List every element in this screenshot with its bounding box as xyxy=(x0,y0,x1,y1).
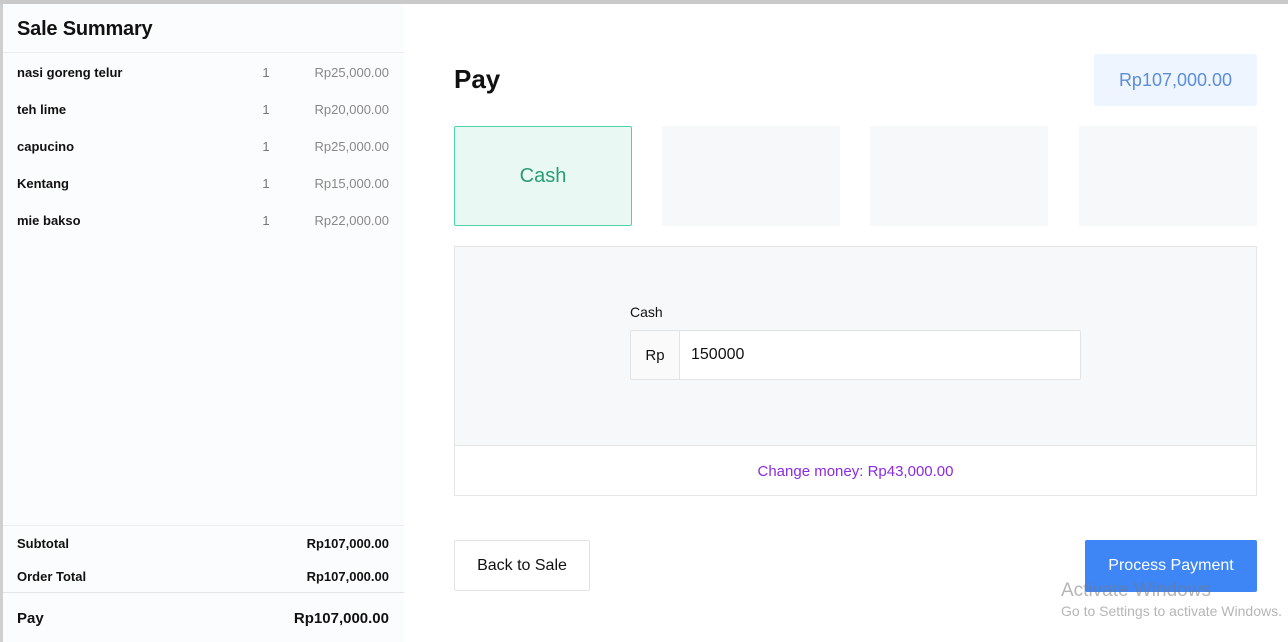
sale-summary-sidebar: Sale Summary nasi goreng telur 1 Rp25,00… xyxy=(3,4,404,642)
back-to-sale-button[interactable]: Back to Sale xyxy=(454,540,590,591)
subtotal-label: Subtotal xyxy=(17,536,69,551)
list-item: capucino 1 Rp25,000.00 xyxy=(3,135,404,172)
divider xyxy=(3,52,404,53)
order-total-row: Order Total Rp107,000.00 xyxy=(17,569,389,584)
item-qty: 1 xyxy=(262,102,270,117)
pay-total-value: Rp107,000.00 xyxy=(293,610,389,627)
subtotal-row: Subtotal Rp107,000.00 xyxy=(17,536,389,551)
pay-total-label: Pay xyxy=(17,610,44,627)
order-total-label: Order Total xyxy=(17,569,87,584)
cash-payment-panel: Cash Rp Change money: Rp43,000.00 xyxy=(454,246,1257,496)
item-price: Rp25,000.00 xyxy=(314,139,389,154)
item-price: Rp20,000.00 xyxy=(314,102,389,117)
cash-input-group: Rp xyxy=(630,330,1081,380)
item-price: Rp15,000.00 xyxy=(314,176,389,191)
cash-input-section: Cash Rp xyxy=(455,247,1256,446)
item-qty: 1 xyxy=(262,176,270,191)
payment-method-option[interactable] xyxy=(1079,126,1257,226)
list-item: nasi goreng telur 1 Rp25,000.00 xyxy=(3,61,404,98)
payment-method-option[interactable] xyxy=(662,126,840,226)
change-money-text: Change money: Rp43,000.00 xyxy=(757,463,954,480)
item-name: nasi goreng telur xyxy=(17,65,123,80)
item-name: teh lime xyxy=(17,102,67,117)
cash-field-label: Cash xyxy=(630,304,663,320)
item-name: Kentang xyxy=(17,176,69,191)
order-items-list: nasi goreng telur 1 Rp25,000.00 teh lime… xyxy=(3,61,404,246)
payment-method-option[interactable] xyxy=(870,126,1048,226)
pay-total-row: Pay Rp107,000.00 xyxy=(17,610,389,627)
item-name: mie bakso xyxy=(17,213,81,228)
amount-due-badge: Rp107,000.00 xyxy=(1094,54,1257,106)
watermark-line2: Go to Settings to activate Windows. xyxy=(1061,603,1282,619)
sale-summary-title: Sale Summary xyxy=(17,18,153,40)
currency-prefix: Rp xyxy=(631,331,680,379)
item-price: Rp22,000.00 xyxy=(314,213,389,228)
divider xyxy=(3,525,404,526)
item-qty: 1 xyxy=(262,139,270,154)
list-item: teh lime 1 Rp20,000.00 xyxy=(3,98,404,135)
divider xyxy=(3,592,404,593)
list-item: mie bakso 1 Rp22,000.00 xyxy=(3,209,404,246)
item-qty: 1 xyxy=(262,65,270,80)
page-title: Pay xyxy=(454,64,501,94)
item-price: Rp25,000.00 xyxy=(314,65,389,80)
item-name: capucino xyxy=(17,139,75,154)
cash-amount-input[interactable] xyxy=(680,331,1080,379)
subtotal-value: Rp107,000.00 xyxy=(306,536,389,551)
list-item: Kentang 1 Rp15,000.00 xyxy=(3,172,404,209)
item-qty: 1 xyxy=(262,213,270,228)
process-payment-button[interactable]: Process Payment xyxy=(1085,540,1257,592)
order-total-value: Rp107,000.00 xyxy=(306,569,389,584)
payment-method-cash[interactable]: Cash xyxy=(454,126,632,226)
